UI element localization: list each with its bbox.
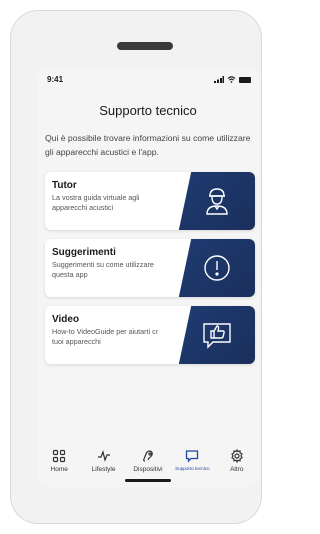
tab-label: Supporto tecnico (175, 466, 210, 471)
chat-icon (186, 450, 199, 463)
card-title: Suggerimenti (52, 247, 116, 258)
card-title: Video (52, 314, 80, 325)
grid-icon (53, 449, 66, 463)
suggestions-card[interactable]: Suggerimenti Suggerimenti su come utiliz… (45, 239, 255, 297)
tab-lifestyle[interactable]: Lifestyle (82, 449, 126, 473)
exclamation-icon (204, 255, 230, 281)
phone-frame: 9:41 Supporto tecnico Qui è possibile tr… (10, 10, 262, 524)
tab-dispositivi[interactable]: Dispositivi (126, 449, 170, 473)
status-bar: 9:41 (37, 69, 259, 91)
thumbs-up-chat-icon (203, 323, 231, 349)
tab-label: Altro (230, 466, 244, 473)
status-time: 9:41 (47, 75, 64, 84)
page-title: Supporto tecnico (99, 103, 197, 118)
card-illustration (171, 306, 255, 364)
tab-label: Home (50, 466, 68, 473)
card-title: Tutor (52, 180, 77, 191)
tab-supporto-tecnico[interactable]: Supporto tecnico (170, 449, 214, 471)
battery-icon (239, 76, 251, 83)
pulse-icon (97, 450, 110, 462)
status-icons (214, 76, 251, 83)
tab-altro[interactable]: Altro (215, 449, 259, 473)
gear-icon (230, 449, 243, 463)
home-indicator (125, 479, 171, 482)
wifi-icon (227, 76, 236, 83)
tab-home[interactable]: Home (37, 449, 81, 473)
signal-icon (214, 76, 224, 83)
app-screen: 9:41 Supporto tecnico Qui è possibile tr… (37, 69, 259, 487)
phone-speaker (117, 42, 173, 50)
video-card[interactable]: Video How-to VideoGuide per aiutarti con… (45, 306, 255, 364)
card-illustration (171, 239, 255, 297)
tutor-card[interactable]: Tutor La vostra guida virtuale agli appa… (45, 172, 255, 230)
intro-text: Qui è possibile trovare informazioni su … (45, 133, 251, 157)
tutor-icon (206, 188, 228, 215)
card-illustration (171, 172, 255, 230)
tab-label: Lifestyle (91, 466, 116, 473)
tab-label: Dispositivi (133, 466, 163, 473)
hearing-aid-icon (143, 450, 153, 462)
